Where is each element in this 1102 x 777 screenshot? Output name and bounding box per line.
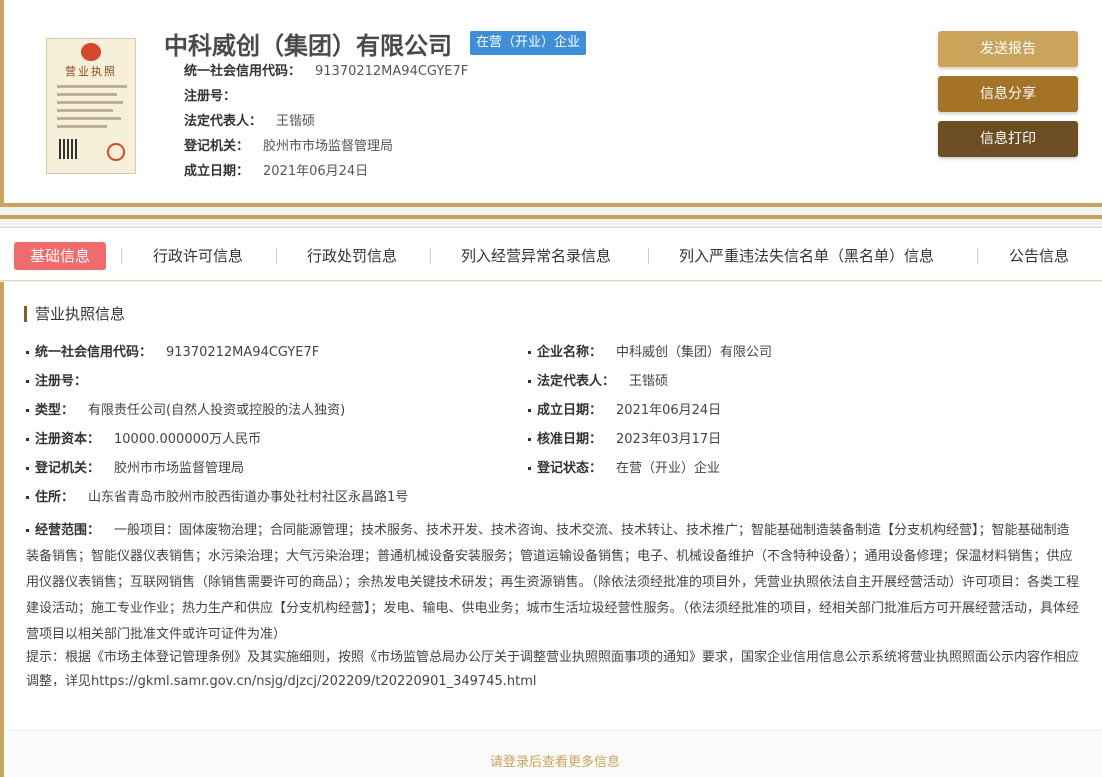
field-approve-date: 核准日期： 2023年03月17日 (528, 431, 721, 449)
header-legal-rep: 法定代表人： 王锴硕 (184, 114, 316, 129)
section-title: 营业执照信息 (24, 306, 125, 322)
bullet-icon (26, 496, 29, 499)
header-credit-code: 统一社会信用代码： 91370212MA94CGYE7F (184, 64, 469, 79)
license-info-panel: 营业执照信息 统一社会信用代码： 91370212MA94CGYE7F 注册号： … (0, 282, 1102, 777)
license-text-lines (57, 85, 127, 133)
license-title: 营业执照 (65, 65, 117, 78)
bullet-icon (528, 409, 531, 412)
bullet-icon (528, 380, 531, 383)
bullet-icon (528, 467, 531, 470)
print-info-button[interactable]: 信息打印 (938, 121, 1078, 157)
red-seal-icon (107, 143, 125, 161)
qr-code-icon (59, 139, 79, 159)
tab-divider (977, 248, 978, 264)
login-more-bar: 请登录后查看更多信息 (8, 730, 1102, 777)
tab-blacklist[interactable]: 列入严重违法失信名单（黑名单）信息 (679, 242, 934, 270)
bullet-icon (26, 467, 29, 470)
gold-divider (0, 215, 1102, 219)
tab-divider (276, 248, 277, 264)
business-scope-text: 一般项目：固体废物治理；合同能源管理；技术服务、技术开发、技术咨询、技术交流、技… (26, 523, 1080, 642)
bullet-icon (26, 351, 29, 354)
business-scope: 经营范围： 一般项目：固体废物治理；合同能源管理；技术服务、技术开发、技术咨询、技… (26, 523, 1080, 642)
bullet-icon (26, 380, 29, 383)
tab-basic-info[interactable]: 基础信息 (14, 242, 107, 270)
notice-tip: 提示：根据《市场主体登记管理条例》及其实施细则，按照《市场监管总局办公厅关于调整… (26, 650, 1080, 689)
field-reg-status: 登记状态： 在营（开业）企业 (528, 460, 720, 478)
field-capital: 注册资本： 10000.000000万人民币 (26, 431, 261, 449)
share-info-button[interactable]: 信息分享 (938, 76, 1078, 112)
field-authority: 登记机关： 胶州市市场监督管理局 (26, 460, 244, 478)
company-header-card: 营业执照 中科威创（集团）有限公司 在营（开业）企业 统一社会信用代码： 9137… (0, 0, 1102, 207)
login-more-link[interactable]: 请登录后查看更多信息 (8, 751, 1102, 770)
status-badge: 在营（开业）企业 (470, 31, 587, 55)
tab-announcements[interactable]: 公告信息 (1009, 242, 1069, 270)
bullet-icon (26, 438, 29, 441)
header-est-date: 成立日期： 2021年06月24日 (184, 164, 369, 179)
tab-divider (648, 248, 649, 264)
bullet-icon (528, 438, 531, 441)
field-address: 住所： 山东省青岛市胶州市胶西街道办事处社村社区永昌路1号 (26, 489, 408, 507)
send-report-button[interactable]: 发送报告 (938, 31, 1078, 67)
tab-divider (430, 248, 431, 264)
bullet-icon (26, 529, 29, 532)
field-est-date: 成立日期： 2021年06月24日 (528, 402, 721, 420)
field-reg-no: 注册号： (26, 373, 101, 391)
bullet-icon (528, 351, 531, 354)
field-credit-code: 统一社会信用代码： 91370212MA94CGYE7F (26, 344, 319, 362)
company-name-title: 中科威创（集团）有限公司 (164, 32, 452, 60)
tab-admin-license[interactable]: 行政许可信息 (153, 242, 243, 270)
header-authority: 登记机关： 胶州市市场监督管理局 (184, 139, 394, 154)
field-legal-rep: 法定代表人： 王锴硕 (528, 373, 668, 391)
tab-admin-penalty[interactable]: 行政处罚信息 (307, 242, 397, 270)
field-type: 类型： 有限责任公司(自然人投资或控股的法人独资) (26, 402, 345, 420)
tab-abnormal-list[interactable]: 列入经营异常名录信息 (461, 242, 611, 270)
header-info-list: 统一社会信用代码： 91370212MA94CGYE7F 注册号： 法定代表人：王… (184, 63, 468, 188)
business-license-thumbnail[interactable]: 营业执照 (46, 38, 136, 174)
tab-divider (121, 248, 122, 264)
field-company-name: 企业名称： 中科威创（集团）有限公司 (528, 344, 772, 362)
info-tabs: 基础信息 行政许可信息 行政处罚信息 列入经营异常名录信息 列入严重违法失信名单… (0, 227, 1102, 281)
header-reg-no: 注册号： (184, 89, 237, 104)
bullet-icon (26, 409, 29, 412)
national-emblem-icon (81, 43, 101, 61)
